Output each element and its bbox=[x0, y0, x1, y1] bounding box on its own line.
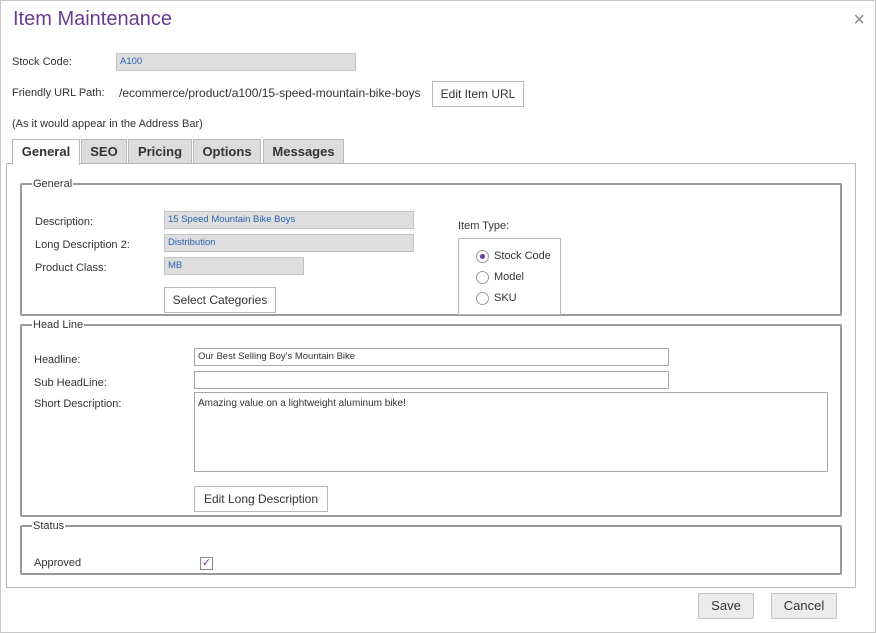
long-description-2-label: Long Description 2: bbox=[35, 239, 130, 251]
stock-code-radio[interactable] bbox=[476, 250, 489, 263]
tab-seo[interactable]: SEO bbox=[81, 139, 127, 164]
headline-fieldset: Head Line Headline: Our Best Selling Boy… bbox=[20, 319, 842, 517]
dialog-title: Item Maintenance bbox=[13, 8, 172, 30]
tab-pricing[interactable]: Pricing bbox=[128, 139, 192, 164]
long-description-2-field: Distribution bbox=[164, 234, 414, 252]
edit-item-url-button[interactable]: Edit Item URL bbox=[432, 81, 524, 107]
model-radio-label: Model bbox=[494, 271, 524, 283]
save-button[interactable]: Save bbox=[698, 593, 754, 619]
friendly-url-label: Friendly URL Path: bbox=[12, 87, 105, 99]
status-legend: Status bbox=[33, 520, 65, 532]
stock-code-label: Stock Code: bbox=[12, 56, 72, 68]
approved-label: Approved bbox=[34, 557, 82, 569]
sku-radio[interactable] bbox=[476, 292, 489, 305]
item-type-group: Stock Code Model SKU bbox=[458, 238, 561, 315]
stock-code-field: A100 bbox=[116, 53, 356, 71]
cancel-button[interactable]: Cancel bbox=[771, 593, 837, 619]
short-description-label: Short Description: bbox=[34, 398, 122, 410]
stock-code-radio-label: Stock Code bbox=[494, 250, 551, 262]
product-class-field: MB bbox=[164, 257, 304, 275]
address-bar-note: (As it would appear in the Address Bar) bbox=[12, 118, 203, 130]
general-legend: General bbox=[33, 178, 73, 190]
product-class-label: Product Class: bbox=[35, 262, 107, 274]
headline-label: Headline: bbox=[34, 354, 81, 366]
status-fieldset: Status Approved ✓ bbox=[20, 520, 842, 575]
model-radio[interactable] bbox=[476, 271, 489, 284]
general-tab-panel: General Description: 15 Speed Mountain B… bbox=[6, 163, 856, 588]
headline-legend: Head Line bbox=[33, 319, 84, 331]
tab-general[interactable]: General bbox=[12, 139, 80, 165]
item-maintenance-dialog: Item Maintenance × Stock Code: A100 Frie… bbox=[0, 0, 876, 633]
tab-messages[interactable]: Messages bbox=[263, 139, 344, 164]
edit-long-description-button[interactable]: Edit Long Description bbox=[194, 486, 328, 512]
subheadline-input[interactable] bbox=[194, 371, 669, 389]
item-type-label: Item Type: bbox=[458, 220, 510, 232]
tab-options[interactable]: Options bbox=[193, 139, 261, 164]
close-icon[interactable]: × bbox=[853, 10, 865, 30]
short-description-textarea[interactable]: Amazing value on a lightweight aluminum … bbox=[194, 392, 828, 472]
friendly-url-value: /ecommerce/product/a100/15-speed-mountai… bbox=[119, 86, 421, 100]
subheadline-label: Sub HeadLine: bbox=[34, 377, 107, 389]
headline-input[interactable]: Our Best Selling Boy's Mountain Bike bbox=[194, 348, 669, 366]
general-fieldset: General Description: 15 Speed Mountain B… bbox=[20, 178, 842, 316]
sku-radio-label: SKU bbox=[494, 292, 517, 304]
select-categories-button[interactable]: Select Categories bbox=[164, 287, 276, 313]
description-label: Description: bbox=[35, 216, 94, 228]
approved-checkbox[interactable]: ✓ bbox=[200, 557, 213, 570]
description-field: 15 Speed Mountain Bike Boys bbox=[164, 211, 414, 229]
